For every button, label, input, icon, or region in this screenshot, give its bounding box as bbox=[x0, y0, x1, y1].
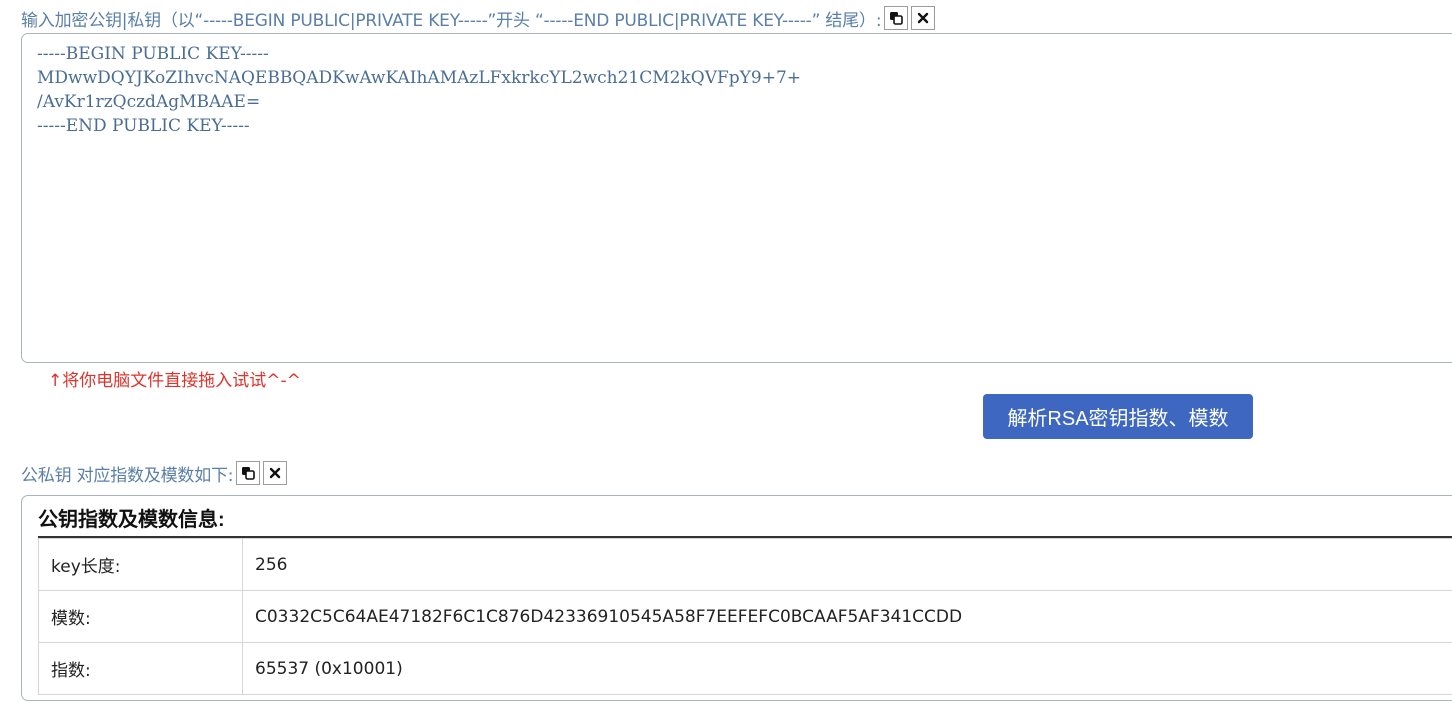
row-value: 256 bbox=[242, 538, 1452, 591]
close-icon bbox=[918, 12, 929, 24]
copy-icon bbox=[242, 467, 256, 480]
clear-result-button[interactable] bbox=[263, 461, 288, 485]
result-label: 公私钥 对应指数及模数如下: bbox=[21, 465, 234, 486]
row-key: 模数: bbox=[38, 590, 243, 643]
copy-input-button[interactable] bbox=[884, 6, 909, 30]
row-value: 65537 (0x10001) bbox=[242, 642, 1452, 695]
input-label-row: 输入加密公钥|私钥（以“-----BEGIN PUBLIC|PRIVATE KE… bbox=[21, 5, 936, 31]
result-title: 公钥指数及模数信息: bbox=[38, 496, 1452, 538]
close-icon bbox=[270, 467, 281, 479]
row-value: C0332C5C64AE47182F6C1C876D42336910545A58… bbox=[242, 590, 1452, 643]
key-input-textarea[interactable]: -----BEGIN PUBLIC KEY----- MDwwDQYJKoZIh… bbox=[21, 33, 1452, 363]
key-info-table: key长度: 256 模数: C0332C5C64AE47182F6C1C876… bbox=[38, 538, 1452, 695]
result-label-row: 公私钥 对应指数及模数如下: bbox=[21, 460, 288, 486]
parse-rsa-button[interactable]: 解析RSA密钥指数、模数 bbox=[983, 394, 1253, 439]
copy-result-button[interactable] bbox=[236, 461, 261, 485]
drag-drop-hint: ↑将你电脑文件直接拖入试试^-^ bbox=[48, 371, 301, 391]
copy-icon bbox=[890, 12, 904, 25]
table-row: 模数: C0332C5C64AE47182F6C1C876D4233691054… bbox=[38, 590, 1452, 643]
input-label: 输入加密公钥|私钥（以“-----BEGIN PUBLIC|PRIVATE KE… bbox=[21, 10, 882, 31]
rsa-key-parser-page: 输入加密公钥|私钥（以“-----BEGIN PUBLIC|PRIVATE KE… bbox=[0, 0, 1452, 715]
table-row: key长度: 256 bbox=[38, 538, 1452, 591]
table-row: 指数: 65537 (0x10001) bbox=[38, 642, 1452, 695]
result-panel: 公钥指数及模数信息: key长度: 256 模数: C0332C5C64AE47… bbox=[21, 495, 1452, 701]
row-key: 指数: bbox=[38, 642, 243, 695]
clear-input-button[interactable] bbox=[911, 6, 936, 30]
row-key: key长度: bbox=[38, 538, 243, 591]
